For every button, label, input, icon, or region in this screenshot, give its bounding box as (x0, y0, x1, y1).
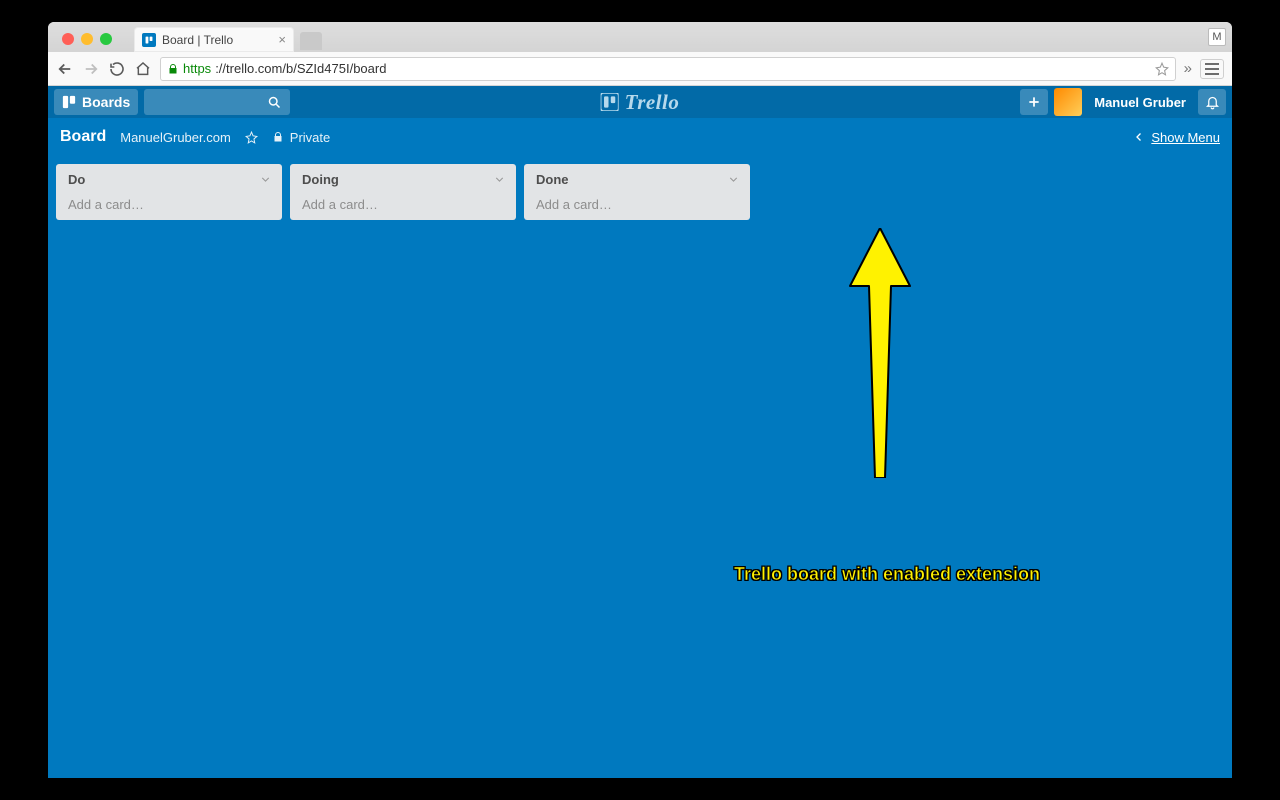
board-bar: Board ManuelGruber.com Private Show Menu (48, 118, 1232, 156)
browser-tab[interactable]: Board | Trello × (134, 27, 294, 52)
show-menu-button[interactable]: Show Menu (1133, 130, 1220, 145)
window-maximize-button[interactable] (100, 33, 112, 45)
bell-icon (1205, 95, 1220, 110)
plus-icon (1027, 95, 1041, 109)
lock-icon (167, 63, 179, 75)
list: Do Add a card… (56, 164, 282, 220)
board-canvas[interactable]: Do Add a card… Doing Add a card… Done (48, 156, 1232, 778)
window-minimize-button[interactable] (81, 33, 93, 45)
visibility-label: Private (290, 130, 330, 145)
home-button[interactable] (134, 60, 152, 78)
search-icon (267, 95, 282, 110)
profile-badge[interactable]: M (1208, 28, 1226, 46)
annotation-arrow-icon (845, 228, 915, 478)
add-card-button[interactable]: Add a card… (530, 193, 744, 214)
add-card-button[interactable]: Add a card… (296, 193, 510, 214)
trello-favicon-icon (142, 33, 156, 47)
trello-logo-icon (601, 93, 619, 111)
extensions-overflow-icon[interactable]: » (1184, 60, 1192, 77)
search-button[interactable] (144, 89, 290, 115)
trello-logo-text: Trello (625, 90, 680, 115)
star-board-button[interactable] (245, 131, 258, 144)
browser-tab-strip: Board | Trello × M (48, 22, 1232, 52)
new-tab-button[interactable] (300, 32, 322, 50)
chevron-left-icon (1133, 131, 1145, 143)
url-protocol: https (183, 61, 211, 76)
tab-close-icon[interactable]: × (278, 33, 286, 46)
window-close-button[interactable] (62, 33, 74, 45)
list-title[interactable]: Do (68, 172, 85, 187)
list-title[interactable]: Done (536, 172, 569, 187)
team-name[interactable]: ManuelGruber.com (120, 130, 231, 145)
address-actions (1155, 62, 1169, 76)
user-avatar[interactable] (1054, 88, 1082, 116)
notifications-button[interactable] (1198, 89, 1226, 115)
list: Doing Add a card… (290, 164, 516, 220)
list: Done Add a card… (524, 164, 750, 220)
board-name[interactable]: Board (60, 128, 106, 146)
boards-icon (62, 95, 76, 109)
back-button[interactable] (56, 60, 74, 78)
url-path: ://trello.com/b/SZId475I/board (215, 61, 386, 76)
boards-button[interactable]: Boards (54, 89, 138, 115)
forward-button[interactable] (82, 60, 100, 78)
star-icon (245, 131, 258, 144)
tab-title: Board | Trello (162, 33, 233, 47)
trello-logo[interactable]: Trello (601, 90, 680, 115)
trello-header: Boards Trello Manuel Gruber (48, 86, 1232, 118)
browser-toolbar: https ://trello.com/b/SZId475I/board » (48, 52, 1232, 86)
list-menu-icon[interactable] (493, 173, 506, 186)
bookmark-star-icon[interactable] (1155, 62, 1169, 76)
list-menu-icon[interactable] (259, 173, 272, 186)
user-name[interactable]: Manuel Gruber (1088, 95, 1192, 110)
window-controls (54, 26, 120, 52)
list-menu-icon[interactable] (727, 173, 740, 186)
browser-menu-icon[interactable] (1200, 59, 1224, 79)
add-card-button[interactable]: Add a card… (62, 193, 276, 214)
create-button[interactable] (1020, 89, 1048, 115)
address-bar[interactable]: https ://trello.com/b/SZId475I/board (160, 57, 1176, 81)
reload-button[interactable] (108, 60, 126, 78)
lock-icon (272, 131, 284, 143)
annotation-caption: Trello board with enabled extension (734, 564, 1040, 585)
list-title[interactable]: Doing (302, 172, 339, 187)
visibility-button[interactable]: Private (272, 130, 330, 145)
show-menu-label: Show Menu (1151, 130, 1220, 145)
browser-window: Board | Trello × M https ://trello.com/b/… (48, 22, 1232, 778)
boards-label: Boards (82, 94, 130, 110)
